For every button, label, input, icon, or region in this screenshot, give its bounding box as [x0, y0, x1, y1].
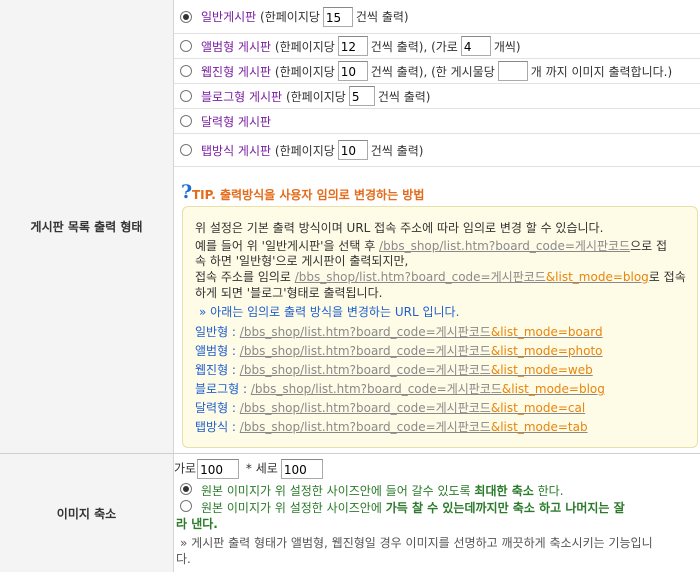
- resize-height-input[interactable]: 100: [280, 459, 323, 479]
- per-page-album-input[interactable]: 12: [337, 36, 368, 56]
- resize-option-crop[interactable]: 원본 이미지가 위 설정한 사이즈안에 가득 찰 수 있는데까지만 축소 하고 …: [180, 499, 625, 516]
- link-row-calendar: 달력형 : /bbs_shop/list.htm?board_code=게시판코…: [195, 401, 586, 415]
- row-label-image-resize: 이미지 축소: [0, 454, 174, 572]
- columns-album-input[interactable]: 4: [460, 36, 491, 56]
- tip-title: TIP. 출력방식을 사용자 임의로 변경하는 방법: [192, 188, 425, 202]
- radio-resize-crop[interactable]: [180, 500, 192, 512]
- url-calendar-link[interactable]: /bbs_shop/list.htm?board_code=게시판코드&list…: [240, 401, 585, 415]
- radio-blog-board[interactable]: [180, 90, 192, 102]
- resize-note: » 게시판 출력 형태가 앨범형, 웹진형일 경우 이미지를 선명하고 깨끗하게…: [180, 536, 653, 550]
- radio-calendar-board[interactable]: [180, 115, 192, 127]
- option-tab-board[interactable]: 탭방식 게시판 (한페이지당 10 건씩 출력): [174, 134, 700, 167]
- url-blog-link[interactable]: /bbs_shop/list.htm?board_code=게시판코드&list…: [251, 382, 605, 396]
- link-row-tab: 탭방식 : /bbs_shop/list.htm?board_code=게시판코…: [195, 420, 588, 434]
- radio-tab-board[interactable]: [180, 144, 192, 156]
- settings-table: 게시판 목록 출력 형태 이미지 축소 일반게시판 (한페이지당 15 건씩 출…: [0, 0, 700, 572]
- per-page-blog-input[interactable]: 5: [348, 86, 375, 106]
- per-page-general-input[interactable]: 15: [322, 6, 353, 27]
- link-row-general: 일반형 : /bbs_shop/list.htm?board_code=게시판코…: [195, 325, 603, 339]
- url-tab-link[interactable]: /bbs_shop/list.htm?board_code=게시판코드&list…: [240, 420, 588, 434]
- tip-subheading: » 아래는 임의로 출력 방식을 변경하는 URL 입니다.: [199, 305, 460, 319]
- images-per-post-input[interactable]: [497, 61, 528, 81]
- tip-box: ? TIP. 출력방식을 사용자 임의로 변경하는 방법 위 설정은 기본 출력…: [181, 180, 700, 448]
- link-row-webzine: 웹진형 : /bbs_shop/list.htm?board_code=게시판코…: [195, 363, 593, 377]
- radio-resize-shrink[interactable]: [180, 483, 192, 495]
- radio-general-board[interactable]: [180, 10, 192, 23]
- per-page-webzine-input[interactable]: 10: [337, 61, 368, 81]
- option-album-board[interactable]: 앨범형 게시판 (한페이지당 12 건씩 출력), (가로 4 개씩): [174, 34, 700, 59]
- example-blog-url-link[interactable]: /bbs_shop/list.htm?board_code=게시판코드&list…: [295, 270, 649, 284]
- url-album-link[interactable]: /bbs_shop/list.htm?board_code=게시판코드&list…: [240, 344, 603, 358]
- resize-width-input[interactable]: 100: [197, 459, 240, 479]
- example-url-link[interactable]: /bbs_shop/list.htm?board_code=게시판코드: [379, 239, 630, 253]
- image-resize-section: 가로 100 * 세로 100 원본 이미지가 위 설정한 사이즈안에 들어 갈수 …: [174, 454, 700, 572]
- question-icon: ?: [181, 181, 193, 203]
- row-label-list-output: 게시판 목록 출력 형태: [0, 0, 174, 454]
- option-webzine-board[interactable]: 웹진형 게시판 (한페이지당 10 건씩 출력), (한 게시물당 개 까지 이…: [174, 59, 700, 84]
- resize-option-shrink[interactable]: 원본 이미지가 위 설정한 사이즈안에 들어 갈수 있도록 최대한 축소 한다.: [180, 482, 564, 499]
- link-row-blog: 블로그형 : /bbs_shop/list.htm?board_code=게시판…: [195, 382, 605, 396]
- tip-content: 위 설정은 기본 출력 방식이며 URL 접속 주소에 따라 임의로 변경 할 …: [182, 206, 698, 448]
- link-row-album: 앨범형 : /bbs_shop/list.htm?board_code=게시판코…: [195, 344, 603, 358]
- url-general-link[interactable]: /bbs_shop/list.htm?board_code=게시판코드&list…: [240, 325, 603, 339]
- per-page-tab-input[interactable]: 10: [337, 140, 368, 160]
- radio-webzine-board[interactable]: [180, 65, 192, 77]
- url-webzine-link[interactable]: /bbs_shop/list.htm?board_code=게시판코드&list…: [240, 363, 593, 377]
- option-blog-board[interactable]: 블로그형 게시판 (한페이지당 5 건씩 출력): [174, 84, 700, 109]
- option-general-board[interactable]: 일반게시판 (한페이지당 15 건씩 출력): [174, 0, 700, 34]
- radio-album-board[interactable]: [180, 40, 192, 52]
- option-calendar-board[interactable]: 달력형 게시판: [174, 109, 700, 134]
